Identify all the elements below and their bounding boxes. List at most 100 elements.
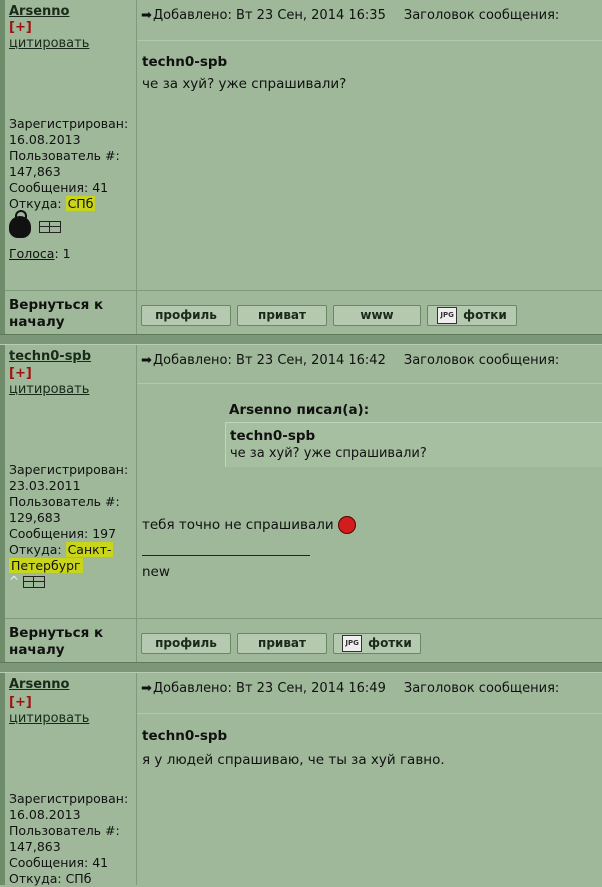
photos-button[interactable]: JPG фотки xyxy=(427,305,517,326)
back-line-2: началу xyxy=(9,314,65,330)
arrow-icon: ➡ xyxy=(141,353,152,368)
post-3: Arsenno [+] цитировать Зарегистрирован: … xyxy=(5,673,602,887)
online-icon: ^ xyxy=(9,574,20,588)
post-author-link[interactable]: Arsenno xyxy=(9,677,69,692)
photos-label: фотки xyxy=(463,308,507,322)
registered-label: Зарегистрирован: xyxy=(9,116,129,131)
post-2-profile: techn0-spb [+] цитировать Зарегистрирова… xyxy=(5,345,137,618)
user-number-label: Пользователь #: xyxy=(9,148,120,163)
post-author-link[interactable]: Arsenno xyxy=(9,4,69,19)
plus-link[interactable]: [+] xyxy=(9,20,32,35)
post-meta: ➡Добавлено: Вт 23 Сен, 2014 16:49 Заголов… xyxy=(141,681,559,696)
plus-link[interactable]: [+] xyxy=(9,366,32,381)
messages-label: Сообщения: xyxy=(9,855,89,870)
meta-divider xyxy=(137,40,602,41)
from-label: Откуда: xyxy=(9,871,62,886)
back-to-top-link[interactable]: Вернуться к началу xyxy=(9,625,103,659)
private-button[interactable]: приват xyxy=(237,633,327,654)
photos-label: фотки xyxy=(368,636,412,650)
subject-label: Заголовок сообщения: xyxy=(403,353,560,368)
user-number-label: Пользователь #: xyxy=(9,494,120,509)
from-value: СПб xyxy=(65,871,92,886)
plus-minus-icon[interactable] xyxy=(39,221,61,233)
post-1-footer: Вернуться к началу профиль приват www JP… xyxy=(5,290,602,334)
meta-divider xyxy=(137,383,602,384)
status-icons xyxy=(9,210,61,238)
post-text: тебя точно не спрашивали xyxy=(142,517,334,533)
registered-label: Зарегистрирован: xyxy=(9,791,129,806)
profile-button[interactable]: профиль xyxy=(141,305,231,326)
arrow-icon: ➡ xyxy=(141,8,152,23)
post-separator xyxy=(0,662,602,673)
post-date: Добавлено: Вт 23 Сен, 2014 16:42 xyxy=(153,353,386,368)
profile-button[interactable]: профиль xyxy=(141,633,231,654)
messages-label: Сообщения: xyxy=(9,180,89,195)
www-button[interactable]: www xyxy=(333,305,421,326)
post-text: че за хуй? уже спрашивали? xyxy=(142,76,347,92)
angry-smiley-icon xyxy=(337,516,356,534)
photos-button[interactable]: JPG фотки xyxy=(333,633,421,654)
plus-minus-icon[interactable] xyxy=(22,575,45,588)
body-author: techn0-spb xyxy=(142,54,228,70)
quote-link[interactable]: цитировать xyxy=(9,382,89,397)
from-value: Санкт- xyxy=(65,542,114,557)
messages-count: 41 xyxy=(92,180,109,195)
private-button[interactable]: приват xyxy=(237,305,327,326)
post-3-content: ➡Добавлено: Вт 23 Сен, 2014 16:49 Заголов… xyxy=(137,673,602,885)
subject-label: Заголовок сообщения: xyxy=(403,681,560,696)
back-line-2: началу xyxy=(9,642,65,658)
from-label: Откуда: xyxy=(9,542,62,557)
user-number: 129,683 xyxy=(9,510,61,525)
quote-link[interactable]: цитировать xyxy=(9,36,89,51)
quote-text: че за хуй? уже спрашивали? xyxy=(230,446,427,461)
post-1-content: ➡Добавлено: Вт 23 Сен, 2014 16:35 Заголов… xyxy=(137,0,602,290)
post-2-footer: Вернуться к началу профиль приват JPG фот… xyxy=(5,618,602,662)
back-line-1: Вернуться к xyxy=(9,625,104,641)
photo-file-icon: JPG xyxy=(342,635,363,652)
messages-label: Сообщения: xyxy=(9,526,89,541)
post-1-profile: Arsenno [+] цитировать Зарегистрирован: … xyxy=(5,0,137,290)
post-meta: ➡Добавлено: Вт 23 Сен, 2014 16:42 Заголов… xyxy=(141,353,559,368)
user-info: Зарегистрирован: 16.08.2013 Пользователь… xyxy=(9,791,128,887)
user-number: 147,863 xyxy=(9,839,61,854)
body-author: techn0-spb xyxy=(142,728,228,744)
photo-file-icon: JPG xyxy=(437,307,458,324)
user-number-label: Пользователь #: xyxy=(9,823,120,838)
signature-divider xyxy=(142,555,310,556)
post-1: Arsenno [+] цитировать Зарегистрирован: … xyxy=(5,0,602,290)
quote-author: techn0-spb xyxy=(230,428,316,444)
post-separator xyxy=(0,334,602,345)
post-text: я у людей спрашиваю, че ты за хуй гавно. xyxy=(142,752,445,768)
from-value-2: Петербург xyxy=(9,558,83,573)
messages-count: 41 xyxy=(92,855,109,870)
post-meta: ➡Добавлено: Вт 23 Сен, 2014 16:35 Заголов… xyxy=(141,8,559,23)
back-to-top-link[interactable]: Вернуться к началу xyxy=(9,297,103,331)
post-date: Добавлено: Вт 23 Сен, 2014 16:35 xyxy=(153,8,386,23)
back-line-1: Вернуться к xyxy=(9,297,104,313)
arrow-icon: ➡ xyxy=(141,681,152,696)
from-label: Откуда: xyxy=(9,196,62,211)
quote-link[interactable]: цитировать xyxy=(9,711,89,726)
post-author-link[interactable]: techn0-spb xyxy=(9,349,91,364)
registered-date: 16.08.2013 xyxy=(9,132,81,147)
quote-header: Arsenno писал(а): xyxy=(229,402,370,418)
signature: new xyxy=(142,564,170,580)
user-number: 147,863 xyxy=(9,164,61,179)
votes-link[interactable]: Голоса xyxy=(9,246,54,261)
post-2-content: ➡Добавлено: Вт 23 Сен, 2014 16:42 Заголов… xyxy=(137,345,602,618)
plus-link[interactable]: [+] xyxy=(9,695,32,710)
subject-label: Заголовок сообщения: xyxy=(403,8,560,23)
votes-row: Голоса: 1 xyxy=(9,246,71,262)
user-info: Зарегистрирован: 23.03.2011 Пользователь… xyxy=(9,462,128,574)
registered-label: Зарегистрирован: xyxy=(9,462,129,477)
post-3-profile: Arsenno [+] цитировать Зарегистрирован: … xyxy=(5,673,137,887)
votes-count: : 1 xyxy=(54,246,71,261)
meta-divider xyxy=(137,713,602,714)
post-date: Добавлено: Вт 23 Сен, 2014 16:49 xyxy=(153,681,386,696)
kettle-icon xyxy=(9,210,31,238)
post-2: techn0-spb [+] цитировать Зарегистрирова… xyxy=(5,345,602,618)
user-info: Зарегистрирован: 16.08.2013 Пользователь… xyxy=(9,116,128,212)
post-text-row: тебя точно не спрашивали xyxy=(142,516,356,534)
quote-box: techn0-spb че за хуй? уже спрашивали? xyxy=(225,422,602,467)
messages-count: 197 xyxy=(92,526,117,541)
